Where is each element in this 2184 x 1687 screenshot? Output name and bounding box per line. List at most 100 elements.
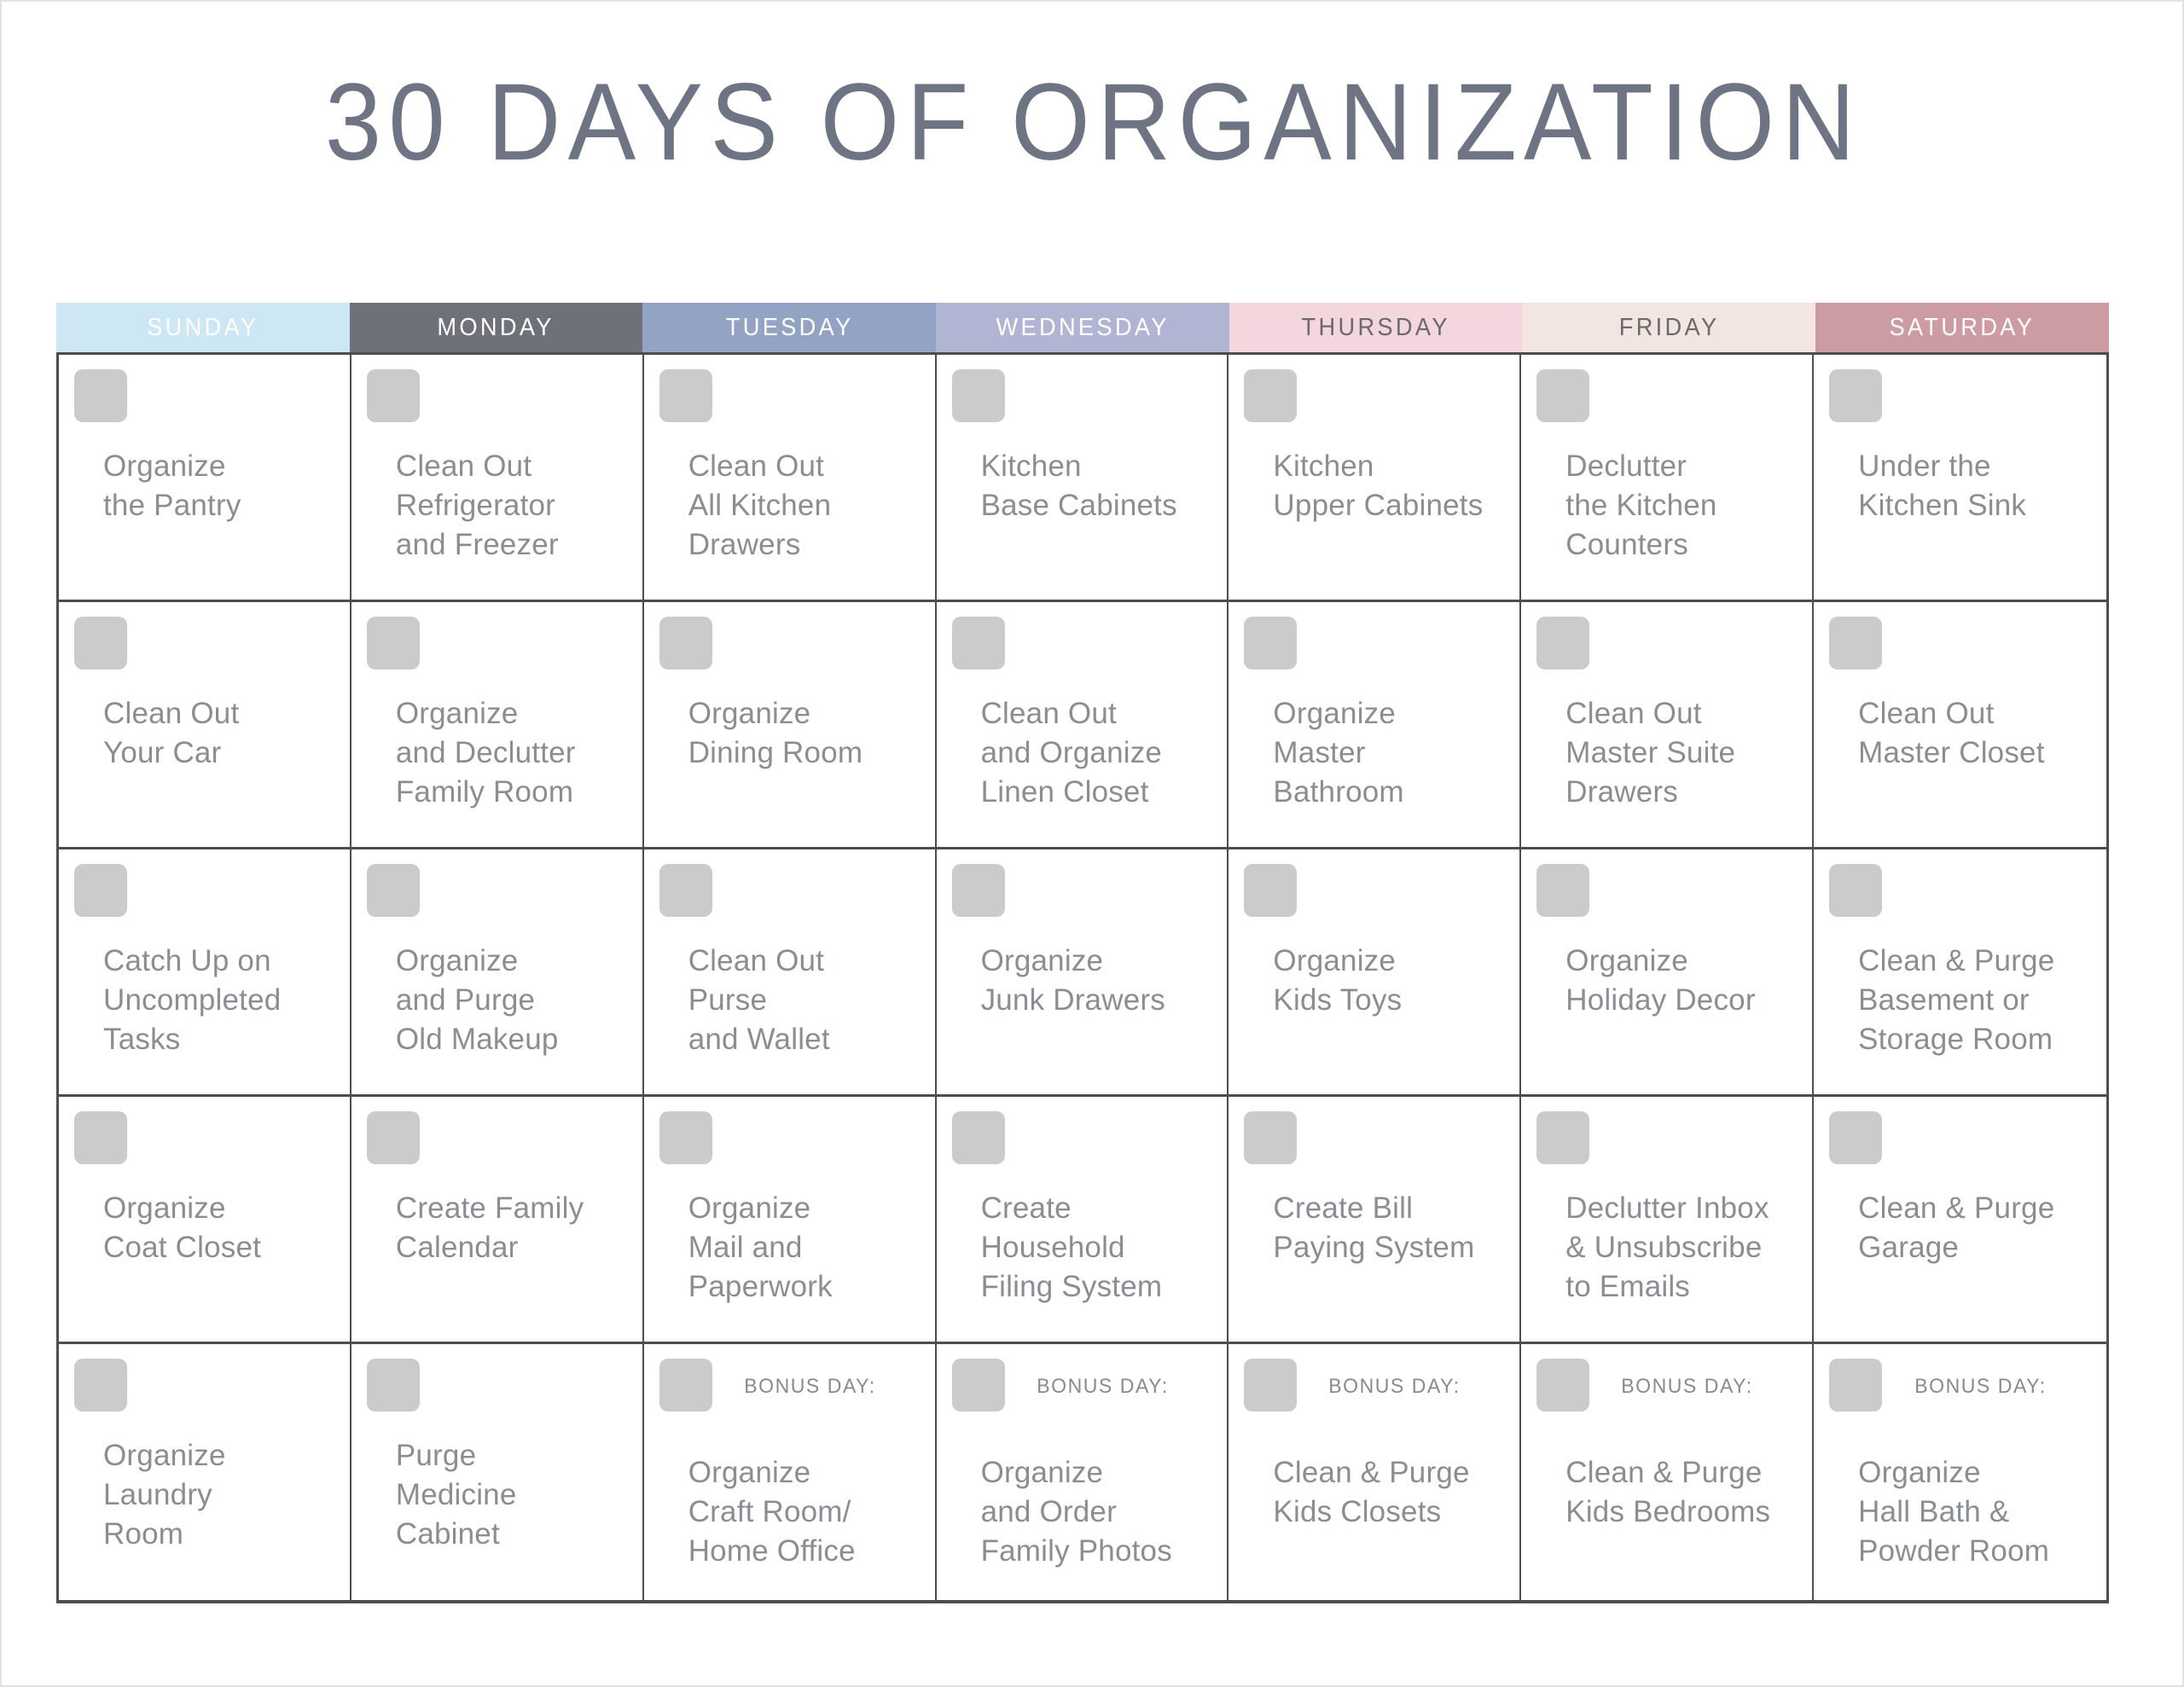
task-text: Clean Out Refrigerator and Freezer: [395, 449, 559, 562]
day-header-tuesday: TUESDAY: [642, 303, 937, 352]
calendar-day-cell[interactable]: Clean Out and Organize Linen Closet: [936, 602, 1229, 849]
task-text: Clean Out Master Suite Drawers: [1565, 697, 1736, 809]
task-checkbox[interactable]: [366, 1359, 420, 1412]
task-checkbox[interactable]: [1244, 617, 1298, 670]
calendar-page: 30 DAYS OF ORGANIZATION SUNDAY MONDAY TUES…: [0, 0, 2184, 1687]
task-checkbox[interactable]: [1536, 864, 1590, 917]
calendar-day-cell[interactable]: Organize Mail and Paperwork: [643, 1097, 937, 1344]
bonus-day-label: BONUS DAY:: [1814, 1375, 2106, 1399]
task-checkbox[interactable]: [1244, 369, 1298, 422]
calendar-day-cell[interactable]: Catch Up on Uncompleted Tasks: [59, 849, 351, 1097]
calendar-day-cell[interactable]: Organize Master Bathroom: [1228, 602, 1522, 849]
task-checkbox[interactable]: [1829, 617, 1883, 670]
task-checkbox[interactable]: [74, 1111, 127, 1164]
task-checkbox[interactable]: [366, 369, 420, 422]
task-text: Organize Craft Room/ Home Office: [688, 1456, 856, 1568]
calendar-day-cell[interactable]: Create Household Filing System: [936, 1097, 1229, 1344]
calendar-day-cell[interactable]: BONUS DAY: Clean & Purge Kids Bedrooms: [1521, 1344, 1815, 1600]
task-checkbox[interactable]: [1829, 864, 1883, 917]
task-text: Clean Out Your Car: [103, 697, 240, 770]
calendar-day-cell[interactable]: Clean & Purge Garage: [1814, 1097, 2106, 1344]
task-text: Create Bill Paying System: [1273, 1191, 1475, 1265]
task-text: Organize Master Bathroom: [1273, 697, 1404, 809]
calendar-day-cell[interactable]: Kitchen Base Cabinets: [936, 355, 1229, 602]
task-text: Clean Out Purse and Wallet: [688, 944, 830, 1057]
calendar-day-cell[interactable]: BONUS DAY: Clean & Purge Kids Closets: [1228, 1344, 1522, 1600]
task-checkbox[interactable]: [951, 864, 1005, 917]
task-text: Organize Hall Bath & Powder Room: [1858, 1456, 2050, 1568]
day-header-label: TUESDAY: [725, 313, 854, 341]
calendar-day-cell[interactable]: Organize and Declutter Family Room: [351, 602, 644, 849]
task-checkbox[interactable]: [951, 1111, 1005, 1164]
task-checkbox[interactable]: [951, 369, 1005, 422]
task-text: Organize Kids Toys: [1273, 944, 1403, 1017]
day-header-label: SATURDAY: [1889, 313, 2036, 341]
calendar-day-cell[interactable]: Clean Out Purse and Wallet: [643, 849, 937, 1097]
task-checkbox[interactable]: [1244, 1111, 1298, 1164]
task-checkbox[interactable]: [366, 864, 420, 917]
calendar-day-cell[interactable]: Purge Medicine Cabinet: [351, 1344, 644, 1600]
calendar-day-cell[interactable]: Kitchen Upper Cabinets: [1228, 355, 1522, 602]
calendar-day-cell[interactable]: Under the Kitchen Sink: [1814, 355, 2106, 602]
calendar-day-cell[interactable]: Organize the Pantry: [59, 355, 351, 602]
task-text: Clean & Purge Basement or Storage Room: [1858, 944, 2055, 1057]
task-checkbox[interactable]: [1536, 1111, 1590, 1164]
task-text: Clean & Purge Garage: [1858, 1191, 2055, 1265]
calendar-day-cell[interactable]: Organize Coat Closet: [59, 1097, 351, 1344]
calendar-day-cell[interactable]: Declutter the Kitchen Counters: [1521, 355, 1815, 602]
task-checkbox[interactable]: [1829, 369, 1883, 422]
calendar-day-cell[interactable]: Organize Holiday Decor: [1521, 849, 1815, 1097]
calendar-day-cell[interactable]: Create Bill Paying System: [1228, 1097, 1522, 1344]
calendar-grid: SUNDAY MONDAY TUESDAY WEDNESDAY THURSDAY FRID…: [56, 303, 2109, 1603]
day-header-wednesday: WEDNESDAY: [936, 303, 1229, 352]
calendar-day-cell[interactable]: Organize Laundry Room: [59, 1344, 351, 1600]
task-text: Organize Dining Room: [688, 697, 863, 770]
calendar-day-cell[interactable]: Clean Out Refrigerator and Freezer: [351, 355, 644, 602]
day-header-label: SUNDAY: [147, 313, 259, 341]
calendar-day-cell[interactable]: Organize and Purge Old Makeup: [351, 849, 644, 1097]
calendar-day-cell[interactable]: Clean Out Your Car: [59, 602, 351, 849]
task-checkbox[interactable]: [1536, 369, 1590, 422]
task-checkbox[interactable]: [366, 617, 420, 670]
calendar-day-cell[interactable]: Clean Out Master Closet: [1814, 602, 2106, 849]
page-title-container: 30 DAYS OF ORGANIZATION: [2, 68, 2184, 177]
bonus-day-text: BONUS DAY:: [743, 1375, 876, 1398]
task-text: Purge Medicine Cabinet: [395, 1439, 517, 1551]
task-text: Organize and Purge Old Makeup: [395, 944, 559, 1057]
calendar-day-cell[interactable]: BONUS DAY: Organize Hall Bath & Powder Ro…: [1814, 1344, 2106, 1600]
calendar-day-cell[interactable]: Organize Kids Toys: [1228, 849, 1522, 1097]
calendar-day-cell[interactable]: Clean Out Master Suite Drawers: [1521, 602, 1815, 849]
task-checkbox[interactable]: [74, 864, 127, 917]
task-checkbox[interactable]: [74, 1359, 127, 1412]
task-checkbox[interactable]: [74, 617, 127, 670]
calendar-day-cell[interactable]: Organize Dining Room: [643, 602, 937, 849]
task-text: Clean Out Master Closet: [1858, 697, 2045, 770]
calendar-day-cell[interactable]: Organize Junk Drawers: [936, 849, 1229, 1097]
task-text: Catch Up on Uncompleted Tasks: [103, 944, 282, 1057]
task-text: Organize and Declutter Family Room: [395, 697, 576, 809]
task-checkbox[interactable]: [659, 1111, 712, 1164]
calendar-day-cell[interactable]: Declutter Inbox & Unsubscribe to Emails: [1521, 1097, 1815, 1344]
calendar-day-cell[interactable]: BONUS DAY: Organize and Order Family Phot…: [936, 1344, 1229, 1600]
task-text: Organize Laundry Room: [103, 1439, 226, 1551]
calendar-day-cell[interactable]: BONUS DAY: Organize Craft Room/ Home Offi…: [643, 1344, 937, 1600]
calendar-cells: Organize the Pantry Clean Out Refrigerato…: [56, 352, 2109, 1603]
calendar-day-cell[interactable]: Create Family Calendar: [351, 1097, 644, 1344]
day-header-friday: FRIDAY: [1522, 303, 1816, 352]
task-checkbox[interactable]: [951, 617, 1005, 670]
task-text: Under the Kitchen Sink: [1858, 449, 2027, 523]
task-checkbox[interactable]: [366, 1111, 420, 1164]
task-checkbox[interactable]: [1536, 617, 1590, 670]
task-checkbox[interactable]: [74, 369, 127, 422]
task-checkbox[interactable]: [659, 617, 712, 670]
calendar-day-cell[interactable]: Clean Out All Kitchen Drawers: [643, 355, 937, 602]
task-checkbox[interactable]: [1829, 1111, 1883, 1164]
task-checkbox[interactable]: [659, 864, 712, 917]
day-headers-row: SUNDAY MONDAY TUESDAY WEDNESDAY THURSDAY FRID…: [56, 303, 2109, 352]
task-checkbox[interactable]: [1244, 864, 1298, 917]
task-checkbox[interactable]: [659, 369, 712, 422]
task-text: Create Household Filing System: [980, 1191, 1163, 1304]
calendar-day-cell[interactable]: Clean & Purge Basement or Storage Room: [1814, 849, 2106, 1097]
day-header-label: THURSDAY: [1301, 313, 1450, 341]
bonus-day-text: BONUS DAY:: [1328, 1375, 1461, 1398]
